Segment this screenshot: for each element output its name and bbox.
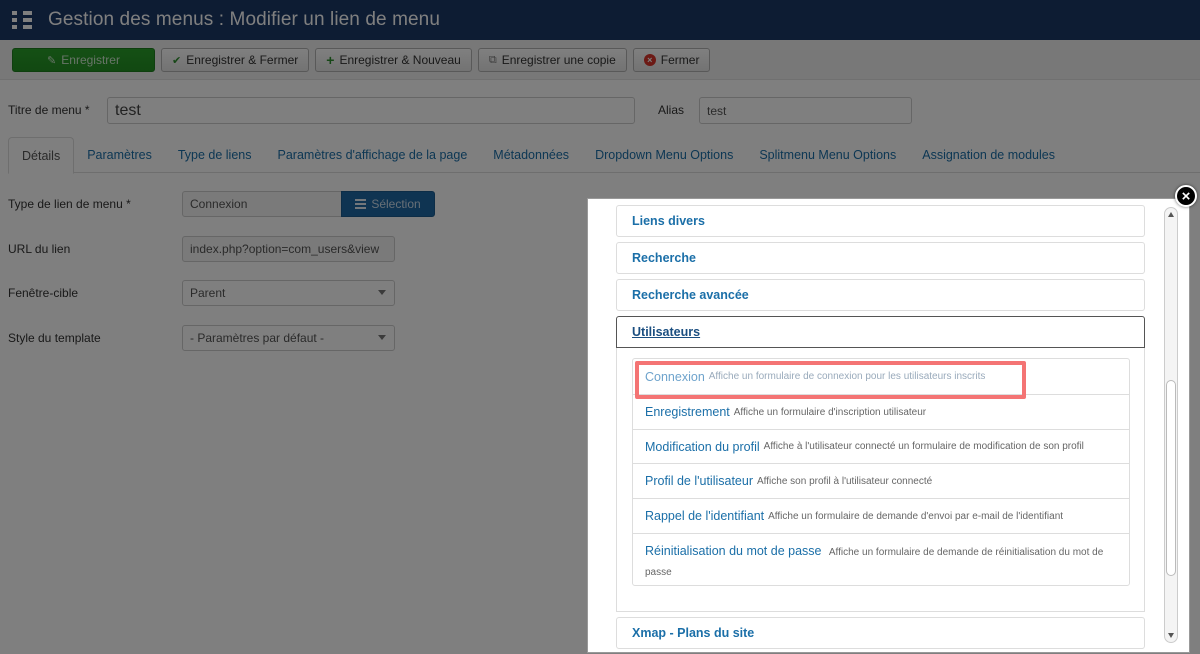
section-misc-links[interactable]: Liens divers xyxy=(616,205,1145,237)
highlight-annotation xyxy=(635,361,1026,399)
modal-scrollbar[interactable] xyxy=(1164,207,1178,643)
list-item-registration[interactable]: Enregistrement Affiche un formulaire d'i… xyxy=(633,395,1129,430)
list-item-edit-profile[interactable]: Modification du profil Affiche à l'utili… xyxy=(633,430,1129,464)
scroll-up-icon[interactable] xyxy=(1168,212,1174,217)
scroll-thumb[interactable] xyxy=(1166,380,1176,576)
list-item-username-reminder[interactable]: Rappel de l'identifiant Affiche un formu… xyxy=(633,499,1129,534)
section-search[interactable]: Recherche xyxy=(616,242,1145,274)
modal-close-icon[interactable]: × xyxy=(1175,185,1197,207)
section-advanced-search[interactable]: Recherche avancée xyxy=(616,279,1145,311)
list-item-user-profile[interactable]: Profil de l'utilisateur Affiche son prof… xyxy=(633,464,1129,499)
section-users[interactable]: Utilisateurs xyxy=(616,316,1145,348)
list-item-password-reset[interactable]: Réinitialisation du mot de passe Affiche… xyxy=(633,534,1129,585)
section-xmap[interactable]: Xmap - Plans du site xyxy=(616,617,1145,649)
scroll-down-icon[interactable] xyxy=(1168,633,1174,638)
